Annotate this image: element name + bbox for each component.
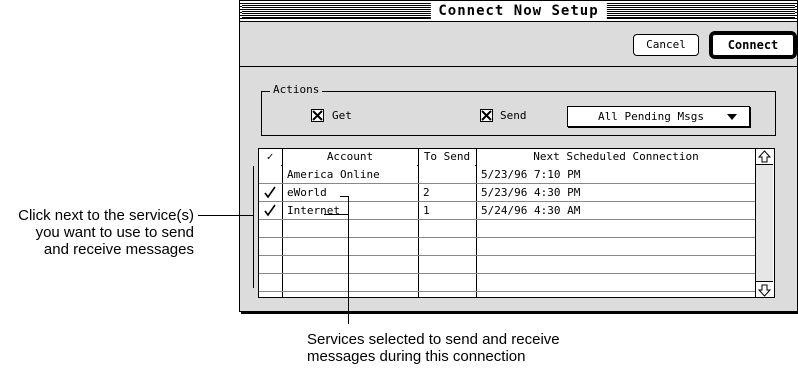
cell-next-connection[interactable]: 5/24/96 4:30 AM <box>481 202 580 219</box>
left-callout-line: and receive messages <box>43 241 194 258</box>
row-select-toggle[interactable] <box>262 166 278 183</box>
triangle-down-icon <box>727 114 737 120</box>
left-callout-line: Click next to the service(s) <box>18 207 194 224</box>
bottom-callout: Services selected to send and receive me… <box>307 331 637 365</box>
get-checkbox[interactable] <box>311 109 324 122</box>
header-to-send[interactable]: To Send <box>419 149 475 166</box>
vertical-scrollbar[interactable] <box>755 149 774 297</box>
row-divider <box>259 255 770 256</box>
arrow-up-icon <box>757 150 772 163</box>
button-bar: Cancel Connect <box>240 22 797 67</box>
left-callout-line: you want to use to send <box>35 224 194 241</box>
scroll-up-arrow-icon[interactable] <box>756 149 773 165</box>
header-next-connection[interactable]: Next Scheduled Connection <box>477 149 755 166</box>
row-divider <box>259 237 770 238</box>
checkmark-icon <box>264 204 276 217</box>
bottom-callout-line: messages during this connection <box>307 348 526 365</box>
column-divider <box>282 149 283 297</box>
checkmark-icon <box>264 186 276 199</box>
check-x-icon <box>312 110 323 121</box>
row-select-toggle[interactable] <box>262 202 278 219</box>
send-checkbox[interactable] <box>480 109 493 122</box>
connect-now-setup-window: Connect Now Setup Cancel Connect Actions… <box>239 0 798 312</box>
left-leader-line <box>198 215 253 216</box>
row-divider <box>259 291 770 292</box>
header-check: ✓ <box>259 149 281 166</box>
connect-button[interactable]: Connect <box>712 34 794 56</box>
cell-to-send[interactable]: 2 <box>423 184 430 201</box>
arrow-down-icon <box>757 284 772 297</box>
cell-to-send[interactable]: 1 <box>423 202 430 219</box>
bottom-leader-line <box>348 196 349 324</box>
cancel-button[interactable]: Cancel <box>633 34 699 56</box>
header-account[interactable]: Account <box>283 149 417 166</box>
row-select-toggle[interactable] <box>262 184 278 201</box>
cell-account[interactable]: Internet <box>287 202 340 219</box>
accounts-table: ✓ Account To Send Next Scheduled Connect… <box>258 148 775 298</box>
actions-group-label: Actions <box>270 83 323 96</box>
row-select-toggle[interactable] <box>262 256 278 273</box>
row-select-toggle[interactable] <box>262 238 278 255</box>
actions-group: Actions Get Send All Pending Msgs <box>261 83 776 136</box>
send-options-popup[interactable]: All Pending Msgs <box>567 106 750 127</box>
check-x-icon <box>481 110 492 121</box>
scroll-track[interactable] <box>756 165 773 281</box>
cell-account[interactable]: eWorld <box>287 184 327 201</box>
title-bar[interactable]: Connect Now Setup <box>240 1 797 22</box>
scroll-down-arrow-icon[interactable] <box>756 281 773 297</box>
left-bracket-line <box>253 166 254 288</box>
row-divider <box>259 273 770 274</box>
cell-next-connection[interactable]: 5/23/96 7:10 PM <box>481 166 580 183</box>
column-divider <box>418 149 419 297</box>
column-divider <box>476 149 477 297</box>
bottom-leader-tick-internet <box>324 214 348 215</box>
send-label: Send <box>500 109 527 122</box>
row-divider <box>259 219 770 220</box>
bottom-leader-tick-ewolrd <box>340 196 348 197</box>
row-select-toggle[interactable] <box>262 274 278 291</box>
cell-next-connection[interactable]: 5/23/96 4:30 PM <box>481 184 580 201</box>
cell-account[interactable]: America Online <box>287 166 380 183</box>
bottom-callout-line: Services selected to send and receive <box>307 331 560 348</box>
send-options-value: All Pending Msgs <box>598 110 704 123</box>
row-select-toggle[interactable] <box>262 220 278 237</box>
window-title: Connect Now Setup <box>430 1 607 21</box>
get-label: Get <box>332 109 352 122</box>
left-callout: Click next to the service(s) you want to… <box>0 207 194 258</box>
